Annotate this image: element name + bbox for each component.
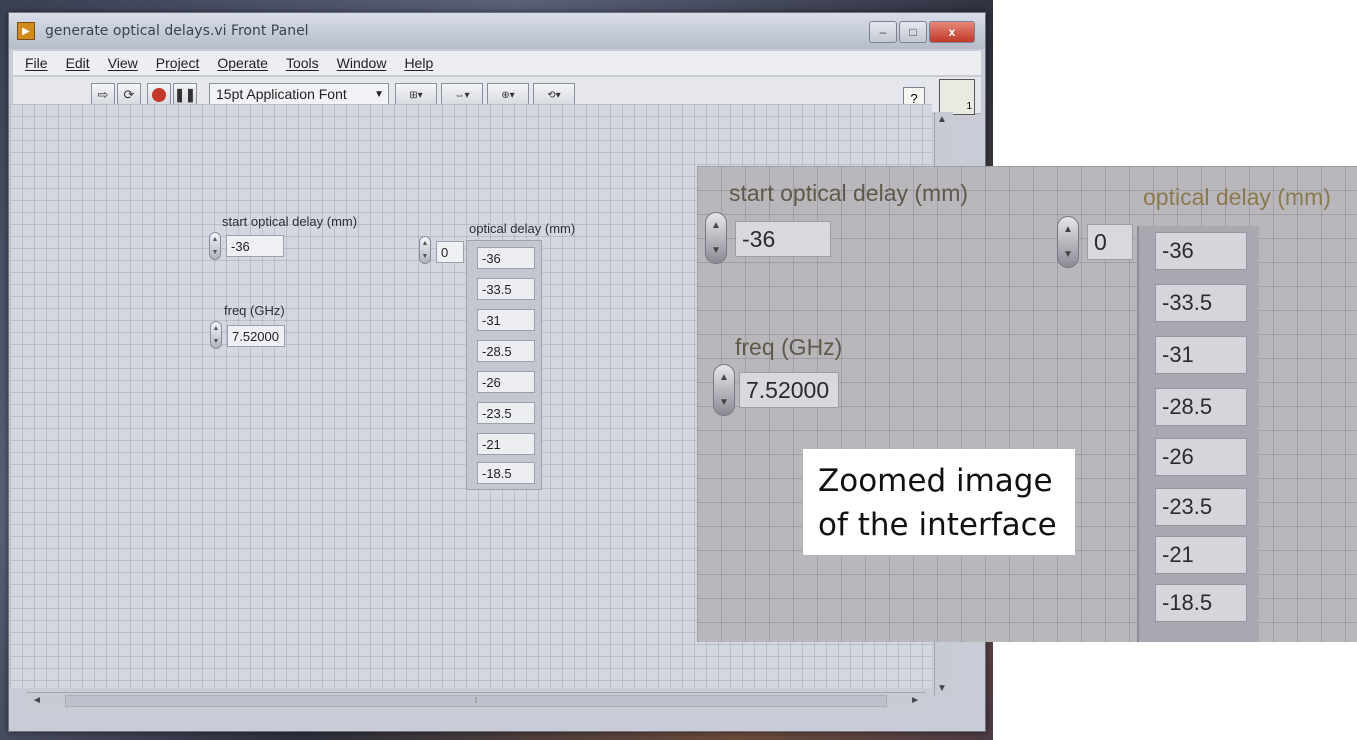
zoom-array-index-incdec: ▲ ▼ xyxy=(1057,216,1079,268)
start-delay-label: start optical delay (mm) xyxy=(222,214,358,229)
zoom-caption-line2: of the interface xyxy=(818,507,1057,543)
zoomed-inset: start optical delay (mm) ▲ ▼ -36 freq (GH… xyxy=(697,166,1357,642)
font-select-value: 15pt Application Font xyxy=(216,86,347,102)
zoom-start-delay-incdec: ▲ ▼ xyxy=(705,212,727,264)
menu-edit[interactable]: Edit xyxy=(66,55,90,71)
menu-window[interactable]: Window xyxy=(337,55,387,71)
vi-connector-icon[interactable]: 1 xyxy=(939,79,975,115)
menu-bar: File Edit View Project Operate Tools Win… xyxy=(13,51,981,75)
menu-view[interactable]: View xyxy=(108,55,138,71)
maximize-button[interactable]: □ xyxy=(899,21,927,43)
freq-incdec[interactable]: ▲ ▼ xyxy=(210,321,222,349)
menu-file[interactable]: File xyxy=(25,55,48,71)
menu-operate[interactable]: Operate xyxy=(217,55,268,71)
window-title: generate optical delays.vi Front Panel xyxy=(45,23,309,39)
chevron-down-icon: ▼ xyxy=(374,88,384,100)
minimize-button[interactable]: – xyxy=(869,21,897,43)
zoom-array-element: -33.5 xyxy=(1155,284,1247,322)
array-element: -21 xyxy=(477,433,535,455)
scroll-up-icon[interactable]: ▲ xyxy=(937,114,947,125)
array-index-input[interactable]: 0 xyxy=(436,241,464,263)
array-element: -31 xyxy=(477,309,535,331)
labview-app-icon: ▶ xyxy=(17,22,35,40)
array-element: -18.5 xyxy=(477,462,535,484)
zoom-array-element: -31 xyxy=(1155,336,1247,374)
freq-input[interactable]: 7.52000 xyxy=(227,325,285,347)
zoom-start-delay-value: -36 xyxy=(735,221,831,257)
menu-tools[interactable]: Tools xyxy=(286,55,319,71)
title-bar: ▶ generate optical delays.vi Front Panel… xyxy=(9,13,985,49)
scroll-left-icon[interactable]: ◄ xyxy=(32,695,42,706)
array-index-incdec[interactable]: ▲ ▼ xyxy=(419,236,431,264)
array-element: -28.5 xyxy=(477,340,535,362)
menu-project[interactable]: Project xyxy=(156,55,200,71)
scroll-right-icon[interactable]: ► xyxy=(910,695,920,706)
optical-delay-label: optical delay (mm) xyxy=(469,221,576,236)
array-element: -36 xyxy=(477,247,535,269)
zoom-caption-line1: Zoomed image xyxy=(818,463,1053,499)
menu-help[interactable]: Help xyxy=(404,55,433,71)
horizontal-scrollbar[interactable]: ◄ ⁞ ► xyxy=(26,692,926,708)
zoom-array-element: -21 xyxy=(1155,536,1247,574)
zoom-array-element: -28.5 xyxy=(1155,388,1247,426)
freq-label: freq (GHz) xyxy=(224,303,285,318)
zoom-start-delay-label: start optical delay (mm) xyxy=(729,180,969,206)
scroll-down-icon[interactable]: ▼ xyxy=(937,683,947,694)
font-select-dropdown[interactable]: 15pt Application Font ▼ xyxy=(209,83,389,105)
array-element: -26 xyxy=(477,371,535,393)
array-element: -23.5 xyxy=(477,402,535,424)
zoom-optical-delay-label: optical delay (mm) xyxy=(1143,184,1331,210)
zoom-array-index-value: 0 xyxy=(1087,224,1133,260)
start-delay-input[interactable]: -36 xyxy=(226,235,284,257)
start-delay-incdec[interactable]: ▲ ▼ xyxy=(209,232,221,260)
zoom-optical-delay-array: -36 -33.5 -31 -28.5 -26 -23.5 -21 -18.5 xyxy=(1137,226,1259,642)
close-button[interactable]: x xyxy=(929,21,975,43)
array-element: -33.5 xyxy=(477,278,535,300)
optical-delay-array: -36 -33.5 -31 -28.5 -26 -23.5 -21 -18.5 xyxy=(466,240,542,490)
zoom-caption: Zoomed image of the interface xyxy=(803,449,1075,555)
zoom-array-element: -18.5 xyxy=(1155,584,1247,622)
zoom-freq-value: 7.52000 xyxy=(739,372,839,408)
zoom-array-element: -23.5 xyxy=(1155,488,1247,526)
zoom-freq-incdec: ▲ ▼ xyxy=(713,364,735,416)
zoom-array-element: -36 xyxy=(1155,232,1247,270)
zoom-freq-label: freq (GHz) xyxy=(735,334,843,360)
zoom-array-element: -26 xyxy=(1155,438,1247,476)
horizontal-scroll-thumb[interactable]: ⁞ xyxy=(65,694,887,707)
